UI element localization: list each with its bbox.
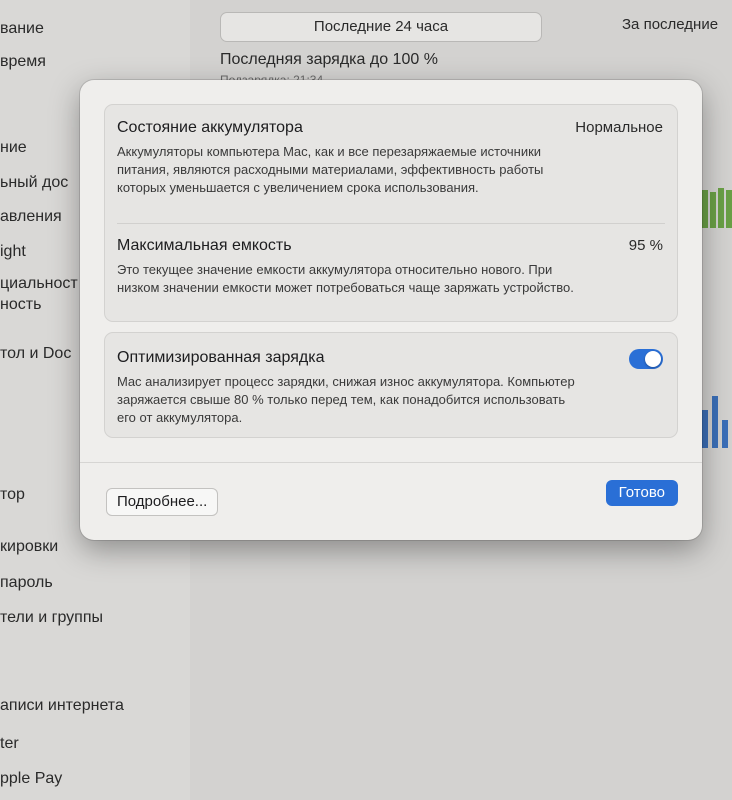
done-button[interactable]: Готово [605, 480, 678, 506]
optimized-charging-title: Оптимизированная зарядка [117, 349, 325, 366]
battery-condition-description: Аккумуляторы компьютера Mac, как и все п… [117, 144, 544, 195]
battery-condition-row: Состояние аккумулятора Нормальное Аккуму… [117, 119, 663, 197]
max-capacity-row: Максимальная емкость 95 % Это текущее зн… [117, 237, 663, 297]
max-capacity-title: Максимальная емкость [117, 237, 292, 254]
battery-info-group: Состояние аккумулятора Нормальное Аккуму… [104, 104, 678, 322]
optimized-charging-row: Оптимизированная зарядка Mac анализирует… [117, 349, 663, 427]
sidebar-item[interactable]: тели и группы [0, 609, 103, 627]
sidebar-item[interactable]: кировки [0, 538, 58, 556]
battery-chart-bar [726, 190, 732, 228]
sidebar-item[interactable]: ight [0, 243, 26, 261]
row-divider [117, 223, 665, 224]
sidebar-item[interactable]: время [0, 53, 46, 71]
toggle-knob [645, 351, 661, 367]
sidebar-item[interactable]: ter [0, 735, 19, 753]
battery-condition-value: Нормальное [575, 119, 663, 136]
sidebar-item[interactable]: ность [0, 296, 41, 314]
sidebar-item[interactable]: тол и Doc [0, 345, 71, 363]
optimized-charging-group: Оптимизированная зарядка Mac анализирует… [104, 332, 678, 438]
optimized-charging-toggle[interactable] [629, 349, 663, 369]
sidebar-item[interactable]: аписи интернета [0, 697, 124, 715]
max-capacity-value: 95 % [628, 237, 663, 254]
footer-separator [80, 462, 702, 463]
max-capacity-description: Это текущее значение емкости аккумулятор… [117, 262, 574, 295]
last-charge-label: Последняя зарядка до 100 % [220, 51, 438, 68]
segment-last-24-hours[interactable]: Последние 24 часа [220, 12, 542, 42]
battery-chart-bar [702, 190, 708, 228]
battery-usage-bar [722, 420, 728, 448]
battery-chart-bar [710, 192, 716, 228]
optimized-charging-description: Mac анализирует процесс зарядки, снижая … [117, 374, 575, 425]
sidebar-item[interactable]: pple Pay [0, 770, 62, 788]
battery-usage-bar [712, 396, 718, 448]
battery-usage-bar [702, 410, 708, 448]
more-info-button[interactable]: Подробнее... [106, 488, 219, 516]
battery-chart-bar [718, 188, 724, 228]
sidebar-item[interactable]: тор [0, 486, 25, 504]
sidebar-item[interactable]: авления [0, 208, 62, 226]
sidebar-item[interactable]: пароль [0, 574, 53, 592]
sidebar-item[interactable]: вание [0, 20, 44, 38]
sidebar-item[interactable]: ьный дос [0, 174, 68, 192]
segment-last-days[interactable]: За последние [622, 16, 718, 33]
battery-health-dialog: Состояние аккумулятора Нормальное Аккуму… [80, 80, 702, 540]
sidebar-item[interactable]: ние [0, 139, 27, 157]
sidebar-item[interactable]: циальност [0, 275, 78, 293]
